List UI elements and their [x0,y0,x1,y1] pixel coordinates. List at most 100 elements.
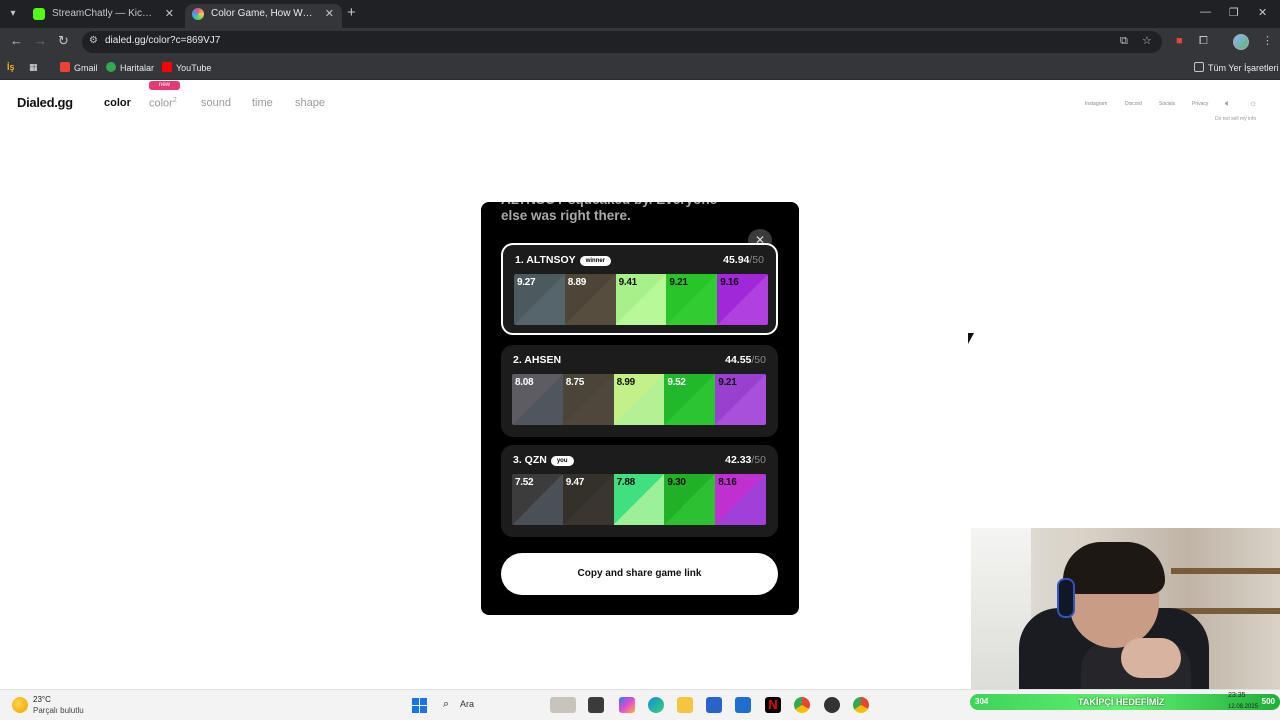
swatch-score: 7.88 [616,477,636,488]
streamchatly-favicon-icon [33,8,45,20]
weather-description[interactable]: Parçalı bulutlu [33,706,84,715]
bookmark-maps[interactable]: Haritalar [106,62,154,73]
tab-color-game[interactable]: Color Game, How Well Can You ✕ [185,4,342,28]
all-bookmarks[interactable]: Tüm Yer İşaretleri [1194,62,1279,73]
translate-icon[interactable]: ⧉ [1120,35,1128,47]
chrome-active-icon[interactable] [853,697,869,713]
color-swatch: 7.52 [512,474,563,525]
minimize-icon[interactable]: — [1200,6,1211,18]
swatch-score: 7.52 [515,477,534,488]
tab-close-icon[interactable]: ✕ [325,4,334,24]
swatch-score: 8.99 [616,377,636,388]
bookmark-is[interactable]: İş [7,62,15,72]
bookmark-label: Haritalar [120,63,155,73]
forward-arrow-icon[interactable]: → [34,34,47,48]
player-score: 42.33/50 [725,454,766,466]
link-socials[interactable]: Socials [1159,101,1175,107]
task-view-icon[interactable] [588,697,604,713]
link-do-not-sell[interactable]: Do not sell my info [1215,116,1256,122]
window-close-icon[interactable]: ✕ [1258,6,1267,19]
tab-title: Color Game, How Well Can You [211,8,316,19]
search-icon[interactable]: ⌕ [443,698,449,711]
maps-pin-icon [106,62,116,72]
copilot-icon[interactable] [619,697,635,713]
tab-streamchatly[interactable]: StreamChatly — Kick Yayıncıları ✕ [26,4,182,28]
tab-search-chevron-icon[interactable]: ▾ [4,5,22,23]
taskbar-clock[interactable]: 23:35 [1228,692,1246,699]
color-swatch: 8.08 [512,374,563,425]
player-name: 1. ALTNSOY winner [515,254,612,266]
new-tab-plus-icon[interactable]: + [347,5,356,21]
netflix-icon[interactable]: N [765,697,781,713]
restore-icon[interactable]: ❐ [1229,6,1239,19]
url-text: dialed.gg/color?c=869VJ7 [105,35,221,46]
extensions-puzzle-icon[interactable]: ⧠ [1199,35,1208,47]
edge-icon[interactable] [648,697,664,713]
player-name: 3. QZN you [513,454,574,466]
color-swatch: 9.21 [715,374,766,425]
nav-label: color [149,97,173,110]
player-rank-name: 3. QZN [513,454,547,466]
taskbar-date[interactable]: 12.08.2025 [1228,704,1258,710]
swatch-score: 9.41 [618,277,638,288]
bookmark-gmail[interactable]: Gmail [60,62,98,73]
file-explorer-icon[interactable] [677,697,693,713]
link-instagram[interactable]: Instagram [1085,101,1107,107]
taskbar-search[interactable]: Ara [460,699,474,709]
you-badge: you [550,456,574,466]
search-highlight-icon[interactable] [550,697,576,713]
site-info-icon[interactable]: ⚙ [89,35,101,47]
copy-share-link-button[interactable]: Copy and share game link [501,553,778,595]
color-swatch: 8.16 [715,474,766,525]
site-logo[interactable]: Dialed.gg [17,95,73,110]
color-swatch: 9.16 [717,274,768,325]
apps-grid-icon[interactable]: ▦ [29,62,38,73]
color-swatch: 7.88 [613,474,665,525]
store-icon[interactable] [706,697,722,713]
score-max: /50 [751,354,766,366]
profile-avatar[interactable] [1233,34,1249,50]
goal-label: TAKİPÇİ HEDEFİMİZ [1078,697,1165,707]
color-swatch: 9.30 [664,474,716,525]
bookmark-youtube[interactable]: YouTube [162,62,211,73]
color-swatch: 9.52 [664,374,716,425]
back-arrow-icon[interactable]: ← [10,34,23,48]
swatch-score: 8.08 [515,377,534,388]
youtube-icon [162,62,172,72]
nav-sound[interactable]: sound [201,97,231,109]
reload-icon[interactable]: ↻ [58,34,69,48]
webcam-headphones [1057,578,1075,618]
weather-partly-cloudy-icon[interactable] [12,697,28,713]
color-swatch: 9.41 [615,274,667,325]
nav-color2[interactable]: color2 [149,97,177,110]
swatch-score: 9.16 [720,277,739,288]
bookmark-star-icon[interactable]: ☆ [1142,35,1152,47]
address-bar[interactable]: ⚙ dialed.gg/color?c=869VJ7 [82,31,1162,53]
nav-color[interactable]: color [104,97,131,109]
link-discord[interactable]: Discord [1125,101,1142,107]
score-max: /50 [749,254,764,266]
score-value: 44.55 [725,354,752,366]
nav-time[interactable]: time [252,97,273,109]
tab-close-icon[interactable]: ✕ [165,4,174,24]
chrome-icon[interactable] [794,697,810,713]
sound-toggle-icon[interactable]: 🔈︎ [1225,98,1230,109]
app-icon[interactable] [735,697,751,713]
browser-toolbar: ← → ↻ ⚙ dialed.gg/color?c=869VJ7 ⧉ ☆ ■ ⧠… [0,28,1280,56]
swatch-row: 8.08 8.75 8.99 9.52 9.21 [512,374,766,425]
tab-title: StreamChatly — Kick Yayıncıları [52,8,156,19]
weather-temperature[interactable]: 23°C [33,695,51,704]
nav-shape[interactable]: shape [295,97,325,109]
link-privacy[interactable]: Privacy [1192,101,1208,107]
windows-start-icon[interactable] [412,698,427,713]
obs-icon[interactable] [824,697,840,713]
player-score: 44.55/50 [725,354,766,366]
more-menu-icon[interactable]: ⋮ [1262,35,1273,47]
theme-sun-icon[interactable]: ☼ [1249,98,1257,108]
extension-record-icon[interactable]: ■ [1176,35,1183,47]
bookmark-label: Gmail [74,63,98,73]
swatch-score: 8.16 [718,477,737,488]
swatch-score: 9.27 [517,277,536,288]
color-swatch: 8.75 [562,374,614,425]
player-score: 45.94/50 [723,254,764,266]
